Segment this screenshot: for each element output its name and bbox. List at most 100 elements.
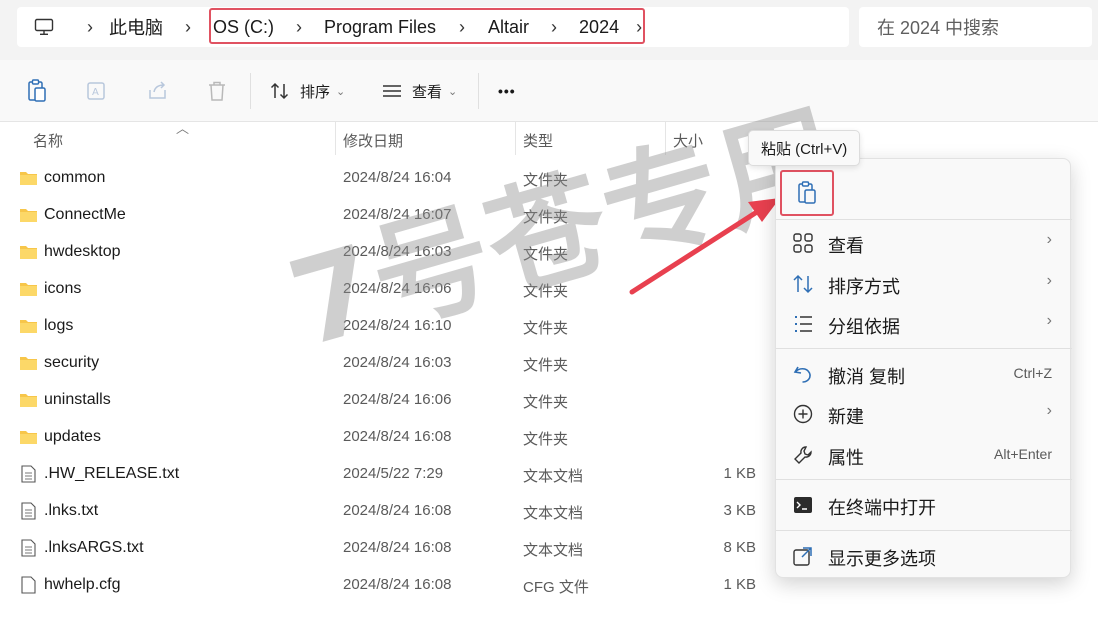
file-row[interactable]: logs 2024/8/24 16:10 文件夹 xyxy=(0,308,760,345)
file-type: 文件夹 xyxy=(523,209,569,226)
column-header-modified[interactable]: 修改日期 xyxy=(343,130,403,151)
file-name: uninstalls xyxy=(44,391,111,408)
file-type: 文件夹 xyxy=(523,172,569,189)
folder-icon xyxy=(20,283,37,296)
file-date: 2024/8/24 16:06 xyxy=(343,391,452,408)
file-date: 2024/8/24 16:03 xyxy=(343,354,452,371)
file-date: 2024/8/24 16:03 xyxy=(343,243,452,260)
plus-circle-icon xyxy=(793,404,813,424)
breadcrumb-chevron-icon[interactable]: › xyxy=(619,17,659,38)
open-external-icon xyxy=(793,547,812,566)
rename-button[interactable]: A xyxy=(86,78,108,104)
file-row[interactable]: ConnectMe 2024/8/24 16:07 文件夹 xyxy=(0,197,760,234)
file-size: 1 KB xyxy=(723,576,756,593)
wrench-icon xyxy=(794,446,812,464)
this-pc-icon[interactable] xyxy=(17,7,71,47)
command-bar: A 排序 ⌄ 查看 ⌄ ••• xyxy=(0,60,1098,122)
address-bar-region: › 此电脑 › OS (C:) › Program Files › Altair… xyxy=(0,0,1098,60)
folder-icon xyxy=(20,246,37,259)
file-row[interactable]: .lnks.txt 2024/8/24 16:08 文本文档 3 KB xyxy=(0,493,760,530)
folder-icon xyxy=(20,431,37,444)
column-divider[interactable] xyxy=(665,122,666,155)
file-row[interactable]: common 2024/8/24 16:04 文件夹 xyxy=(0,160,760,197)
menu-item-undo-copy[interactable]: 撤消 复制 Ctrl+Z xyxy=(776,354,1072,392)
file-type: 文件夹 xyxy=(523,246,569,263)
breadcrumb-chevron-icon[interactable]: › xyxy=(274,17,324,38)
search-placeholder: 在 2024 中搜索 xyxy=(877,18,1000,38)
file-date: 2024/8/24 16:08 xyxy=(343,539,452,556)
file-row[interactable]: updates 2024/8/24 16:08 文件夹 xyxy=(0,419,760,456)
menu-item-show-more-options[interactable]: 显示更多选项 xyxy=(776,536,1072,574)
menu-item-new[interactable]: 新建 › xyxy=(776,394,1072,432)
sort-button[interactable]: 排序 ⌄ xyxy=(270,78,345,104)
tooltip-text: 粘贴 (Ctrl+V) xyxy=(761,140,848,158)
column-header-name[interactable]: 名称 xyxy=(33,130,63,151)
file-date: 2024/8/24 16:06 xyxy=(343,280,452,297)
delete-button[interactable] xyxy=(207,78,227,104)
breadcrumb-program-files[interactable]: Program Files xyxy=(324,17,436,38)
menu-item-sort-by[interactable]: 排序方式 › xyxy=(776,264,1072,302)
file-size: 1 KB xyxy=(723,465,756,482)
chevron-right-icon: › xyxy=(1046,272,1052,289)
column-header-row: 名称 ︿ 修改日期 类型 大小 xyxy=(0,121,760,155)
breadcrumb-chevron-icon[interactable]: › xyxy=(163,17,213,38)
more-options-button[interactable]: ••• xyxy=(498,78,516,104)
file-name: .lnks.txt xyxy=(44,502,99,519)
column-divider[interactable] xyxy=(335,122,336,155)
file-name: icons xyxy=(44,280,82,297)
menu-item-open-terminal[interactable]: 在终端中打开 xyxy=(776,485,1072,523)
menu-item-properties[interactable]: 属性 Alt+Enter xyxy=(776,435,1072,473)
file-row[interactable]: security 2024/8/24 16:03 文件夹 xyxy=(0,345,760,382)
terminal-icon xyxy=(794,497,812,513)
share-button[interactable] xyxy=(147,78,169,104)
file-date: 2024/8/24 16:10 xyxy=(343,317,452,334)
file-name: hwdesktop xyxy=(44,243,121,260)
file-row[interactable]: hwhelp.cfg 2024/8/24 16:08 CFG 文件 1 KB xyxy=(0,567,760,604)
file-size: 8 KB xyxy=(723,539,756,556)
file-date: 2024/8/24 16:08 xyxy=(343,576,452,593)
sort-icon xyxy=(270,82,289,100)
context-paste-button[interactable] xyxy=(780,170,834,216)
column-header-size[interactable]: 大小 xyxy=(673,130,703,151)
file-name: .lnksARGS.txt xyxy=(44,539,144,556)
toolbar-divider xyxy=(478,73,479,109)
breadcrumb-altair[interactable]: Altair xyxy=(488,17,529,38)
file-row[interactable]: .lnksARGS.txt 2024/8/24 16:08 文本文档 8 KB xyxy=(0,530,760,567)
grid-view-icon xyxy=(793,233,813,253)
menu-item-label: 在终端中打开 xyxy=(828,498,936,518)
group-list-icon xyxy=(795,316,812,332)
folder-icon xyxy=(20,172,37,185)
menu-divider xyxy=(776,479,1072,480)
svg-text:A: A xyxy=(92,87,99,98)
file-name: hwhelp.cfg xyxy=(44,576,121,593)
column-divider[interactable] xyxy=(515,122,516,155)
menu-item-view[interactable]: 查看 › xyxy=(776,223,1072,261)
file-type: 文件夹 xyxy=(523,320,569,337)
toolbar-divider xyxy=(250,73,251,109)
search-input[interactable]: 在 2024 中搜索 xyxy=(859,7,1092,47)
menu-divider xyxy=(776,219,1072,220)
breadcrumb-this-pc[interactable]: 此电脑 xyxy=(109,14,163,40)
sort-icon xyxy=(793,274,813,294)
sort-label: 排序 xyxy=(300,83,331,101)
view-button[interactable]: 查看 ⌄ xyxy=(382,78,457,104)
menu-divider xyxy=(776,530,1072,531)
file-row[interactable]: hwdesktop 2024/8/24 16:03 文件夹 xyxy=(0,234,760,271)
breadcrumb-drive-c[interactable]: OS (C:) xyxy=(213,17,274,38)
breadcrumb-chevron-icon[interactable]: › xyxy=(436,17,488,38)
paste-button[interactable] xyxy=(26,78,48,104)
column-header-type[interactable]: 类型 xyxy=(523,130,553,151)
file-date: 2024/8/24 16:08 xyxy=(343,428,452,445)
breadcrumb-chevron-icon[interactable]: › xyxy=(71,17,109,38)
file-name: security xyxy=(44,354,100,371)
address-bar[interactable]: › 此电脑 › OS (C:) › Program Files › Altair… xyxy=(17,7,849,47)
file-row[interactable]: uninstalls 2024/8/24 16:06 文件夹 xyxy=(0,382,760,419)
breadcrumb-2024[interactable]: 2024 xyxy=(579,17,619,38)
rename-icon: A xyxy=(87,82,105,100)
file-row[interactable]: icons 2024/8/24 16:06 文件夹 xyxy=(0,271,760,308)
file-type: 文件夹 xyxy=(523,357,569,374)
file-row[interactable]: .HW_RELEASE.txt 2024/5/22 7:29 文本文档 1 KB xyxy=(0,456,760,493)
file-date: 2024/5/22 7:29 xyxy=(343,465,444,482)
breadcrumb-chevron-icon[interactable]: › xyxy=(529,17,579,38)
menu-item-group-by[interactable]: 分组依据 › xyxy=(776,304,1072,342)
